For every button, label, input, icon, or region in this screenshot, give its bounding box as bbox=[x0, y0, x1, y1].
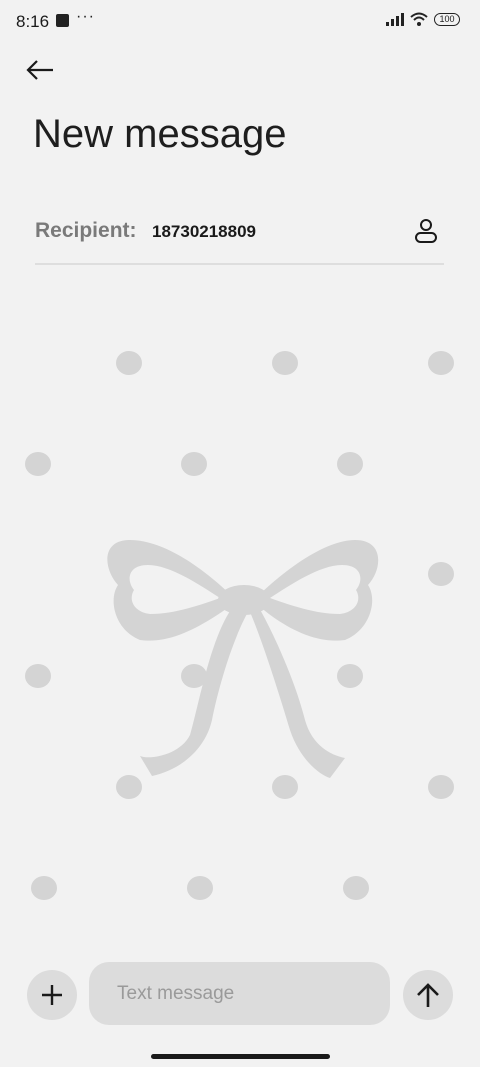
recipient-label: Recipient: bbox=[35, 219, 137, 242]
wifi-icon bbox=[410, 12, 428, 26]
battery-level: 100 bbox=[439, 14, 455, 24]
status-bar: 8:16 ··· 100 bbox=[0, 0, 480, 42]
message-input-container bbox=[89, 962, 390, 1025]
status-time: 8:16 bbox=[16, 12, 50, 31]
message-input[interactable] bbox=[89, 962, 390, 1025]
back-arrow-icon bbox=[26, 60, 53, 80]
send-arrow-up-icon bbox=[417, 983, 439, 1007]
plus-icon bbox=[42, 985, 62, 1005]
recipient-number[interactable]: 18730218809 bbox=[152, 222, 256, 242]
pick-contact-button[interactable] bbox=[411, 216, 441, 246]
back-button[interactable] bbox=[22, 52, 58, 88]
send-button[interactable] bbox=[403, 970, 453, 1020]
composer-bar bbox=[0, 960, 480, 1030]
signal-icon bbox=[386, 12, 404, 26]
bow-ribbon bbox=[107, 540, 379, 778]
more-notifications-indicator: ··· bbox=[76, 8, 95, 25]
contact-person-icon bbox=[415, 219, 437, 243]
page-title: New message bbox=[33, 112, 287, 156]
home-indicator[interactable] bbox=[151, 1054, 330, 1059]
battery-icon: 100 bbox=[434, 12, 460, 26]
app-notification-icon bbox=[56, 14, 69, 27]
recipient-divider bbox=[35, 263, 444, 265]
chat-wallpaper bbox=[25, 351, 454, 900]
add-attachment-button[interactable] bbox=[27, 970, 77, 1020]
recipient-field[interactable]: Recipient: 18730218809 bbox=[35, 210, 445, 254]
status-indicators: 100 bbox=[386, 12, 460, 26]
